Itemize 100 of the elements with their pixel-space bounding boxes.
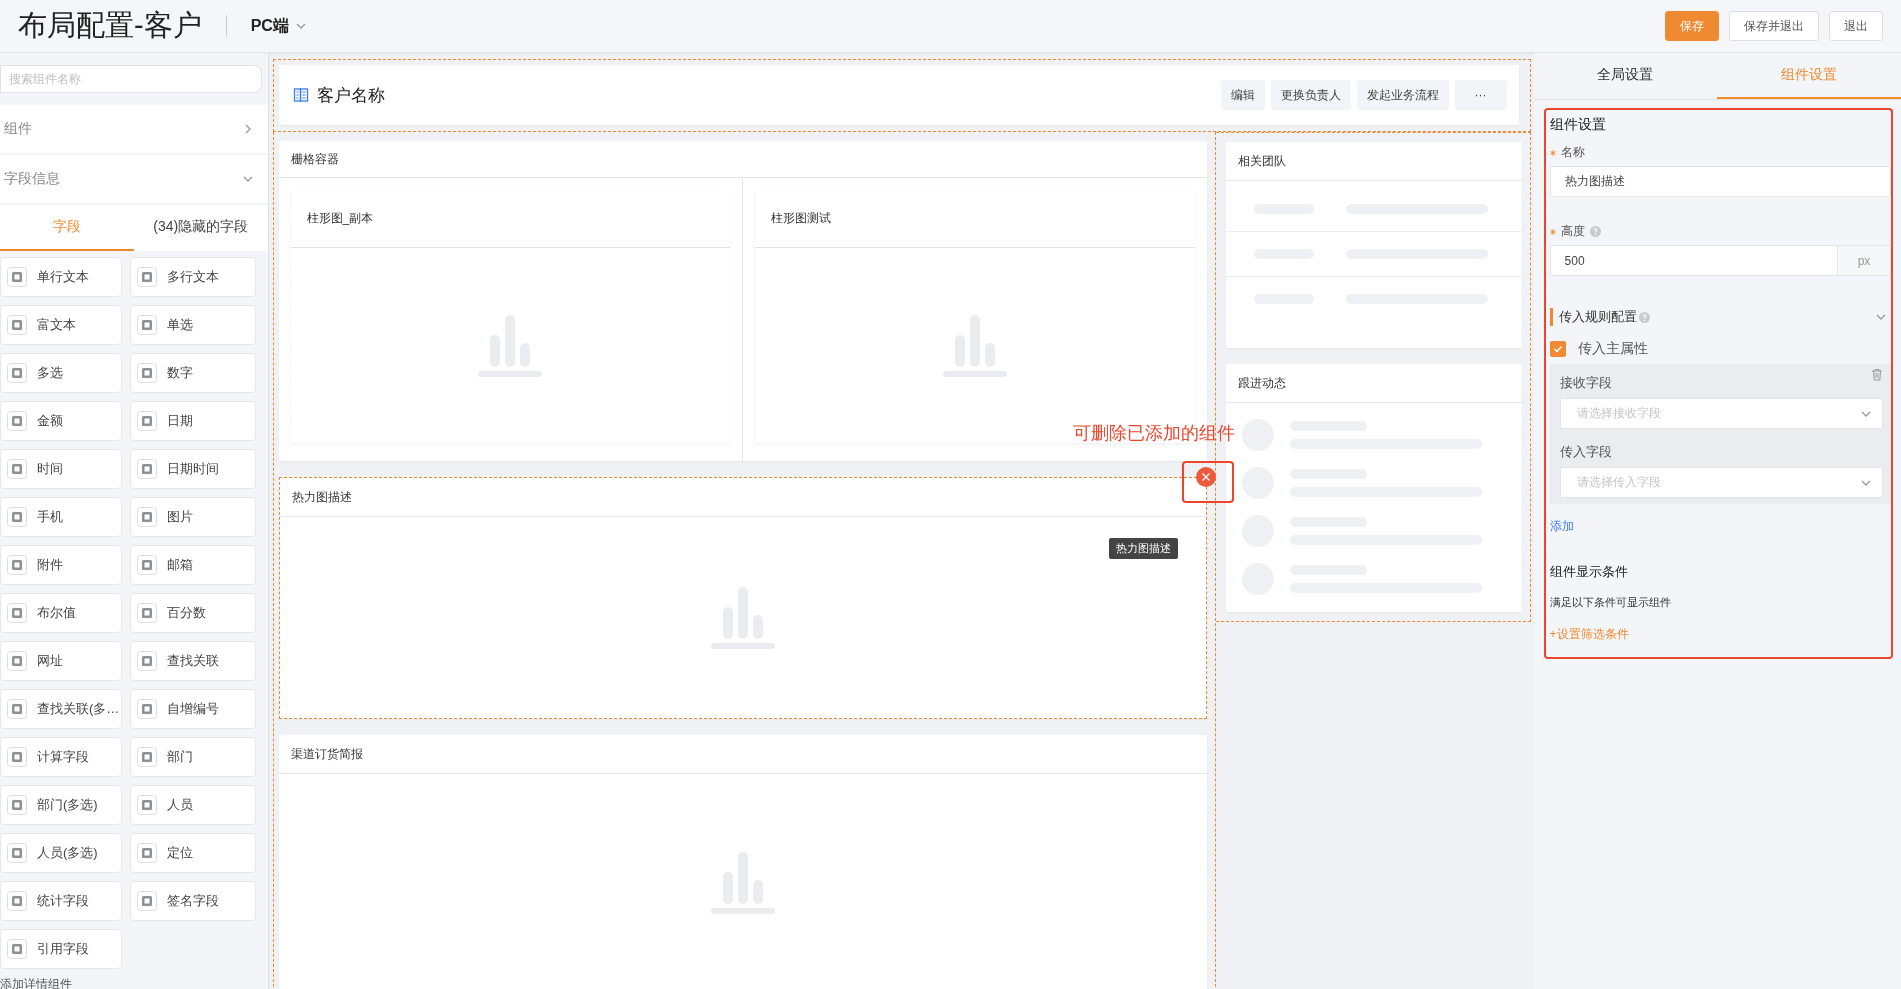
field-type-icon xyxy=(137,459,157,479)
required-mark-icon xyxy=(1549,149,1556,156)
field-type-icon xyxy=(137,651,157,671)
toolbar-button[interactable]: 保存并退出 xyxy=(1729,11,1819,41)
card-title: 渠道订货简报 xyxy=(290,745,363,763)
field-type-item[interactable]: 附件 xyxy=(0,545,122,585)
field-type-item[interactable]: 单行文本 xyxy=(0,257,122,297)
toolbar-button[interactable]: 退出 xyxy=(1829,11,1883,41)
settings-tab[interactable]: 全局设置 xyxy=(1533,53,1718,99)
field-type-item[interactable]: 金额 xyxy=(0,401,122,441)
sidebar-section[interactable]: 字段信息 xyxy=(0,155,268,203)
field-type-item[interactable]: 富文本 xyxy=(0,305,122,345)
field-type-item[interactable]: 计算字段 xyxy=(0,737,122,777)
action-button[interactable]: 更换负责人 xyxy=(1270,80,1351,110)
card-title: 栅格容器 xyxy=(290,150,339,168)
required-mark-icon xyxy=(1549,228,1556,235)
field-type-item[interactable]: 定位 xyxy=(130,833,256,873)
field-type-icon xyxy=(7,555,27,575)
section-title: 组件设置 xyxy=(1549,116,1607,134)
field-type-item[interactable]: 多行文本 xyxy=(130,257,256,297)
field-type-icon xyxy=(137,699,157,719)
field-type-icon xyxy=(137,891,157,911)
field-type-icon xyxy=(137,747,157,767)
checkmark-icon xyxy=(1552,344,1563,354)
field-type-item[interactable]: 自增编号 xyxy=(130,689,256,729)
field-type-icon xyxy=(7,795,27,815)
field-type-icon xyxy=(7,843,27,863)
field-type-icon xyxy=(7,939,27,959)
field-type-item[interactable]: 多选 xyxy=(0,353,122,393)
field-type-item[interactable]: 手机 xyxy=(0,497,122,537)
add-link[interactable]: 添加 xyxy=(1549,518,1574,535)
field-type-item[interactable]: 图片 xyxy=(130,497,256,537)
field-type-item[interactable]: 人员(多选) xyxy=(0,833,122,873)
field-type-item[interactable]: 查找关联 xyxy=(130,641,256,681)
field-type-icon xyxy=(137,267,157,287)
field-label: 接收字段 xyxy=(1559,374,1612,392)
field-type-icon xyxy=(7,411,27,431)
sidebar-tab[interactable]: (34)隐藏的字段 xyxy=(133,205,268,251)
field-type-item[interactable]: 百分数 xyxy=(130,593,256,633)
annotation-text: 可删除已添加的组件 xyxy=(1072,422,1235,445)
field-type-item[interactable]: 布尔值 xyxy=(0,593,122,633)
search-field[interactable]: 搜索组件名称 xyxy=(0,65,262,93)
trash-icon[interactable] xyxy=(1871,368,1883,381)
field-type-item[interactable]: 统计字段 xyxy=(0,881,122,921)
field-type-item[interactable]: 日期时间 xyxy=(130,449,256,489)
field-label: 高度 xyxy=(1560,223,1585,240)
more-button[interactable]: ··· xyxy=(1454,80,1507,110)
field-label: 名称 xyxy=(1560,144,1585,161)
field-type-item[interactable]: 部门(多选) xyxy=(0,785,122,825)
field-type-icon xyxy=(137,555,157,575)
card-title: 相关团队 xyxy=(1237,152,1286,170)
unit-label: px xyxy=(1837,245,1891,276)
field-type-icon xyxy=(137,603,157,623)
condition-text: 满足以下条件可显示组件 xyxy=(1549,595,1672,610)
field-type-icon xyxy=(137,507,157,527)
close-icon[interactable] xyxy=(1195,467,1216,487)
field-type-icon xyxy=(7,507,27,527)
field-type-icon xyxy=(7,267,27,287)
field-type-icon xyxy=(7,603,27,623)
add-detail-link[interactable]: 添加详情组件 xyxy=(0,976,72,989)
card-title: 柱形图测试 xyxy=(771,210,832,227)
field-type-icon xyxy=(137,843,157,863)
help-icon xyxy=(1638,311,1650,323)
field-type-item[interactable]: 时间 xyxy=(0,449,122,489)
card-title: 跟进动态 xyxy=(1237,374,1286,392)
field-type-item[interactable]: 引用字段 xyxy=(0,929,122,969)
field-type-item[interactable]: 数字 xyxy=(130,353,256,393)
field-type-icon xyxy=(137,363,157,383)
field-type-item[interactable]: 查找关联(多… xyxy=(0,689,122,729)
field-type-item[interactable]: 部门 xyxy=(130,737,256,777)
field-type-icon xyxy=(7,699,27,719)
heatmap-card[interactable]: 热力图描述 热力图描述 xyxy=(278,477,1207,719)
help-icon xyxy=(1589,226,1601,237)
field-type-icon xyxy=(137,411,157,431)
section-title: 传入规则配置 xyxy=(1558,308,1637,326)
field-type-item[interactable]: 网址 xyxy=(0,641,122,681)
name-input[interactable]: 热力图描述 xyxy=(1549,166,1891,197)
action-button[interactable]: 发起业务流程 xyxy=(1356,80,1449,110)
card-title: 柱形图_副本 xyxy=(306,210,374,227)
height-input[interactable]: 500 xyxy=(1549,245,1837,276)
field-type-icon xyxy=(137,315,157,335)
field-type-item[interactable]: 单选 xyxy=(130,305,256,345)
action-button[interactable]: 编辑 xyxy=(1220,80,1265,110)
field-type-icon xyxy=(7,363,27,383)
sidebar-section[interactable]: 组件 xyxy=(0,105,268,153)
building-icon xyxy=(292,87,309,103)
field-type-item[interactable]: 人员 xyxy=(130,785,256,825)
field-type-icon xyxy=(7,651,27,671)
field-type-item[interactable]: 签名字段 xyxy=(130,881,256,921)
field-type-icon xyxy=(7,747,27,767)
field-type-item[interactable]: 日期 xyxy=(130,401,256,441)
main-attribute-checkbox[interactable]: 传入主属性 xyxy=(1549,340,1891,358)
field-type-icon xyxy=(7,315,27,335)
field-type-item[interactable]: 邮箱 xyxy=(130,545,256,585)
page-title: 布局配置-客户 xyxy=(18,8,202,43)
field-type-icon xyxy=(7,891,27,911)
field-label: 传入字段 xyxy=(1559,443,1612,461)
platform-dropdown[interactable]: PC端 xyxy=(250,15,307,37)
field-type-icon xyxy=(7,459,27,479)
card-title: 热力图描述 xyxy=(291,488,352,506)
